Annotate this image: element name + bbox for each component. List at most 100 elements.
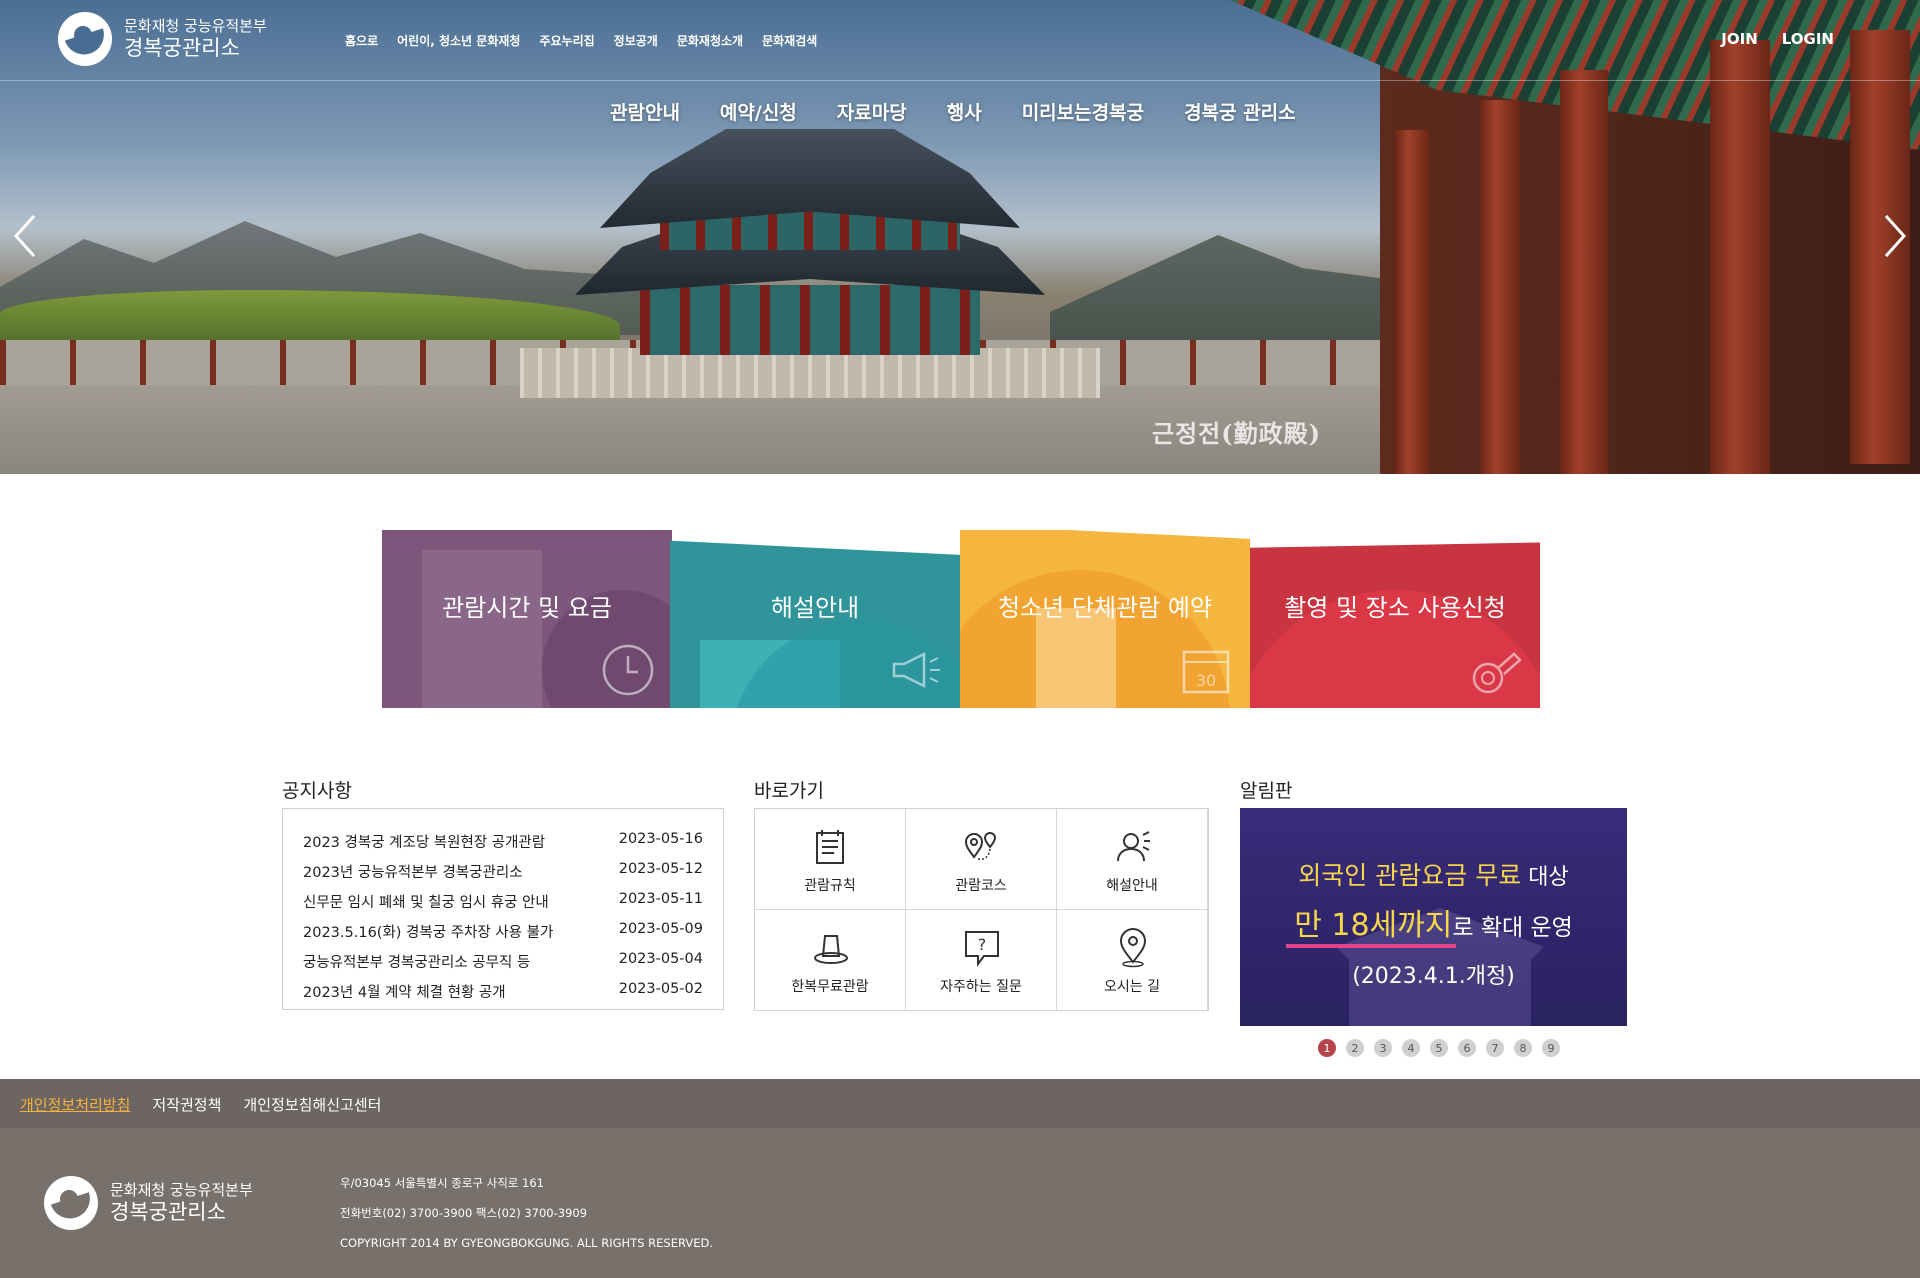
pillar — [1395, 130, 1429, 474]
footer-phone: 전화번호(02) 3700-3900 팩스(02) 3700-3909 — [340, 1206, 588, 1220]
pager-dot[interactable]: 4 — [1402, 1039, 1420, 1057]
quick-link-label: 오시는 길 — [1104, 979, 1160, 995]
util-link-home[interactable]: 홈으로 — [345, 32, 378, 49]
footer-contact: 우/03045 서울특별시 종로구 사직로 161 전화번호(02) 3700-… — [340, 1168, 713, 1258]
board-pager: 1 2 3 4 5 6 7 8 9 — [1318, 1039, 1560, 1057]
pager-dot[interactable]: 6 — [1458, 1039, 1476, 1057]
board-banner[interactable]: 외국인 관람요금 무료 대상 만 18세까지로 확대 운영 (2023.4.1.… — [1240, 808, 1627, 1026]
banner-text: 대상 — [1521, 865, 1569, 890]
quick-link-faq[interactable]: ? 자주하는 질문 — [906, 910, 1057, 1011]
banner-highlight: 외국인 관람요금 무료 — [1298, 861, 1522, 890]
nav-resources[interactable]: 자료마당 — [837, 98, 907, 125]
rules-icon — [816, 830, 844, 864]
quick-link-directions[interactable]: 오시는 길 — [1057, 910, 1208, 1011]
pillar — [1710, 40, 1770, 474]
privacy-policy-link[interactable]: 개인정보처리방침 — [20, 1094, 130, 1115]
banner-line-1: 외국인 관람요금 무료 대상 — [1240, 856, 1627, 892]
pager-dot[interactable]: 9 — [1542, 1039, 1560, 1057]
notice-item[interactable]: 신무문 임시 폐쇄 및 칠궁 임시 휴궁 안내 2023-05-11 — [303, 891, 703, 912]
nav-visit-info[interactable]: 관람안내 — [610, 98, 680, 125]
slider-prev-button[interactable] — [10, 212, 40, 260]
site-logo[interactable]: 문화재청 궁능유적본부 경복궁관리소 — [58, 12, 267, 66]
tile-hours-fees[interactable]: 관람시간 및 요금 — [382, 530, 672, 708]
pager-dot[interactable]: 8 — [1514, 1039, 1532, 1057]
quick-links-grid: 관람규칙 관람코스 해설안내 한복무료관람 ? 자주하는 질문 오시는 길 — [754, 808, 1209, 1011]
hanbok-icon — [814, 935, 848, 964]
notice-item[interactable]: 2023년 4월 계약 체결 현황 공개 2023-05-02 — [303, 981, 703, 1002]
quick-link-course[interactable]: 관람코스 — [906, 809, 1057, 910]
quick-links-title: 바로가기 — [754, 780, 824, 802]
notice-item-title: 신무문 임시 폐쇄 및 칠궁 임시 휴궁 안내 — [303, 895, 549, 911]
clock-icon — [602, 644, 654, 696]
pager-dot[interactable]: 5 — [1430, 1039, 1448, 1057]
join-link[interactable]: JOIN — [1721, 30, 1757, 48]
notice-item-title: 2023년 4월 계약 체결 현황 공개 — [303, 985, 506, 1001]
slide-caption: 근정전(勤政殿) — [1152, 419, 1321, 448]
faq-icon: ? — [965, 931, 999, 967]
quick-link-label: 관람규칙 — [804, 878, 856, 894]
nav-reservation[interactable]: 예약/신청 — [720, 98, 797, 125]
banner-text: 로 확대 운영 — [1452, 915, 1573, 941]
svg-text:30: 30 — [1196, 671, 1216, 690]
pager-dot[interactable]: 3 — [1374, 1039, 1392, 1057]
auth-links: JOIN LOGIN — [1721, 30, 1834, 48]
util-link-about[interactable]: 문화재청소개 — [677, 32, 743, 49]
banner-underline — [1286, 944, 1456, 948]
tile-filming-request[interactable]: 촬영 및 장소 사용신청 — [1250, 542, 1540, 708]
nav-events[interactable]: 행사 — [947, 98, 982, 125]
camera-icon — [1472, 652, 1522, 694]
banner-line-3: (2023.4.1.개정) — [1352, 964, 1515, 989]
notice-title: 공지사항 — [282, 780, 352, 802]
chevron-right-icon — [1884, 214, 1907, 258]
notice-item[interactable]: 궁능유적본부 경복궁관리소 공무직 등 2023-05-04 — [303, 951, 703, 972]
util-link-sites[interactable]: 주요누리집 — [539, 32, 594, 49]
nav-office[interactable]: 경복궁 관리소 — [1184, 98, 1296, 125]
util-link-search[interactable]: 문화재검색 — [762, 32, 817, 49]
quick-link-hanbok[interactable]: 한복무료관람 — [755, 910, 906, 1011]
quick-link-label: 한복무료관람 — [791, 979, 869, 995]
header-divider — [0, 80, 1920, 81]
privacy-report-link[interactable]: 개인정보침해신고센터 — [243, 1094, 381, 1115]
notice-item-title: 2023.5.16(화) 경복궁 주차장 사용 불가 — [303, 925, 554, 941]
notice-item-date: 2023-05-02 — [618, 981, 703, 997]
quick-link-label: 관람코스 — [955, 878, 1007, 894]
quick-link-label: 해설안내 — [1106, 878, 1158, 894]
footer-address: 우/03045 서울특별시 종로구 사직로 161 — [340, 1176, 544, 1190]
quick-link-rules[interactable]: 관람규칙 — [755, 809, 906, 910]
notice-item-date: 2023-05-11 — [618, 891, 703, 907]
login-link[interactable]: LOGIN — [1782, 30, 1834, 48]
pager-dot[interactable]: 2 — [1346, 1039, 1364, 1057]
notice-item[interactable]: 2023년 궁능유적본부 경복궁관리소 2023-05-12 — [303, 861, 703, 882]
banner-highlight: 만 18세까지 — [1294, 908, 1453, 943]
notice-item-date: 2023-05-12 — [618, 861, 703, 877]
chevron-left-icon — [13, 214, 36, 258]
notice-item-title: 궁능유적본부 경복궁관리소 공무직 등 — [303, 955, 531, 971]
utility-nav: 홈으로 어린이, 청소년 문화재청 주요누리집 정보공개 문화재청소개 문화재검… — [345, 32, 817, 49]
footer: 문화재청 궁능유적본부 경복궁관리소 우/03045 서울특별시 종로구 사직로… — [0, 1128, 1920, 1278]
pager-dot[interactable]: 7 — [1486, 1039, 1504, 1057]
quick-link-guide[interactable]: 해설안내 — [1057, 809, 1208, 910]
palace-lower-body — [640, 285, 980, 355]
footer-links-bar: 개인정보처리방침 저작권정책 개인정보침해신고센터 — [0, 1079, 1920, 1128]
notice-list: 2023 경복궁 계조당 복원현장 공개관람 2023-05-16 2023년 … — [282, 808, 724, 1010]
palace-upper-roof — [600, 129, 1020, 228]
util-link-disclosure[interactable]: 정보공개 — [614, 32, 658, 49]
notice-item[interactable]: 2023.5.16(화) 경복궁 주차장 사용 불가 2023-05-09 — [303, 921, 703, 942]
calendar-icon: 30 — [1182, 650, 1230, 694]
notice-item-date: 2023-05-09 — [618, 921, 703, 937]
taegeuk-logo-icon — [58, 12, 112, 66]
tile-commentary[interactable]: 해설안내 — [670, 540, 960, 708]
notice-item[interactable]: 2023 경복궁 계조당 복원현장 공개관람 2023-05-16 — [303, 831, 703, 852]
tile-label: 관람시간 및 요금 — [442, 594, 612, 622]
tile-youth-group[interactable]: 청소년 단체관람 예약 30 — [960, 530, 1250, 708]
pillar — [1480, 100, 1520, 474]
footer-copyright: COPYRIGHT 2014 BY GYEONGBOKGUNG. ALL RIG… — [340, 1236, 713, 1250]
slider-next-button[interactable] — [1880, 212, 1910, 260]
nav-preview[interactable]: 미리보는경복궁 — [1022, 98, 1144, 125]
pager-dot[interactable]: 1 — [1318, 1039, 1336, 1057]
util-link-kids[interactable]: 어린이, 청소년 문화재청 — [397, 32, 520, 49]
tile-label: 촬영 및 장소 사용신청 — [1284, 594, 1506, 622]
tile-label: 청소년 단체관람 예약 — [998, 594, 1212, 622]
copyright-policy-link[interactable]: 저작권정책 — [152, 1094, 221, 1115]
hero-slider: 문화재청 궁능유적본부 경복궁관리소 홈으로 어린이, 청소년 문화재청 주요누… — [0, 0, 1920, 474]
